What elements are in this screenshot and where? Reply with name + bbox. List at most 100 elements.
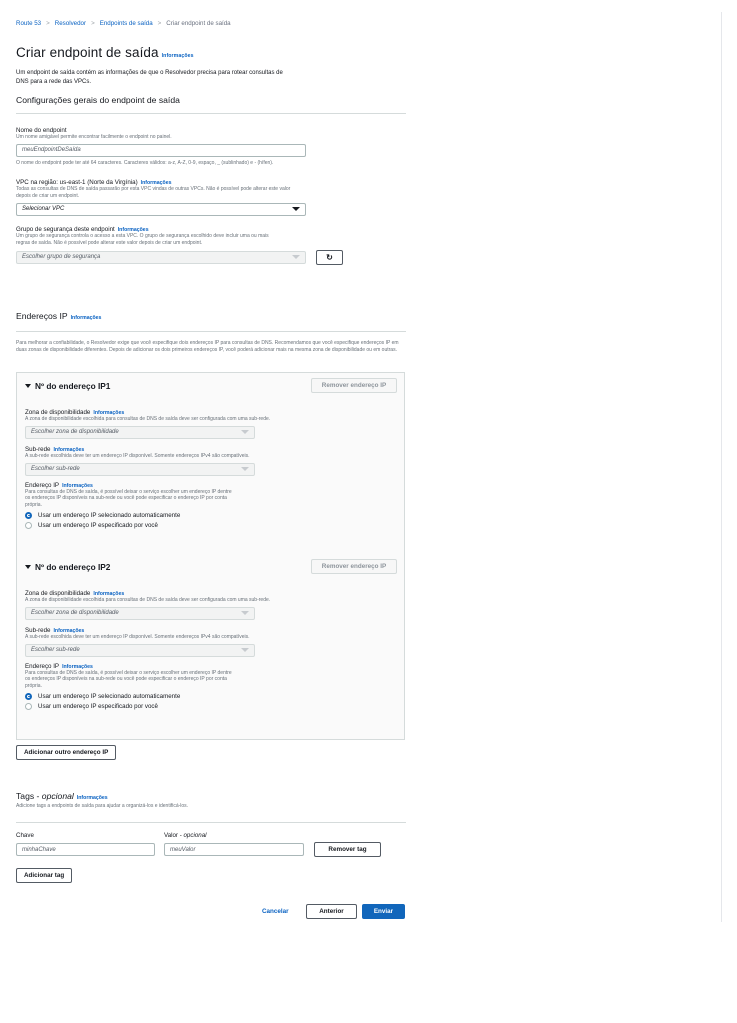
radio-auto-ip-1[interactable]: Usar um endereço IP selecionado automati… bbox=[25, 511, 397, 519]
info-link[interactable]: Informações bbox=[62, 664, 93, 670]
ip-address-hint: Para consultas de DNS de saída, é possív… bbox=[25, 488, 232, 509]
vpc-label: VPC na região: us-east-1 (Norte da Virgí… bbox=[16, 179, 138, 186]
vpc-select[interactable]: Selecionar VPC bbox=[16, 202, 306, 216]
refresh-icon: ↻ bbox=[326, 252, 333, 262]
divider bbox=[16, 331, 406, 332]
security-group-section: Grupo de segurança deste endpoint Informa… bbox=[16, 226, 346, 265]
ip-block-1-title-text: Nº do endereço IP1 bbox=[35, 380, 111, 391]
radio-auto-label: Usar um endereço IP selecionado automati… bbox=[38, 692, 181, 700]
breadcrumb-separator: > bbox=[157, 19, 162, 27]
right-panel-divider bbox=[721, 12, 722, 922]
info-link[interactable]: Informações bbox=[162, 53, 194, 59]
info-link[interactable]: Informações bbox=[71, 315, 102, 321]
caret-down-icon bbox=[25, 383, 31, 388]
ip-address-label: Endereço IP bbox=[25, 662, 60, 670]
breadcrumb-route53[interactable]: Route 53 bbox=[16, 20, 41, 27]
subnet-label: Sub-rede bbox=[25, 445, 51, 453]
security-group-label: Grupo de segurança deste endpoint bbox=[16, 226, 115, 233]
breadcrumb: Route 53 > Resolvedor > Endpoints de saí… bbox=[16, 18, 406, 28]
ip-block-2-title[interactable]: Nº do endereço IP2 bbox=[25, 562, 110, 572]
breadcrumb-current: Criar endpoint de saída bbox=[166, 19, 231, 27]
ip-addresses-header: Endereços IP Informações Para melhorar a … bbox=[16, 311, 406, 354]
endpoint-name-input[interactable]: meuEndpointDeSaída bbox=[16, 143, 306, 157]
chevron-down-icon bbox=[241, 430, 249, 435]
chevron-down-icon bbox=[241, 611, 249, 616]
subnet-select-2[interactable]: Escolher sub-rede bbox=[25, 643, 255, 657]
add-ip-button[interactable]: Adicionar outro endereço IP bbox=[16, 745, 117, 760]
radio-manual-ip-2[interactable]: Usar um endereço IP especificado por voc… bbox=[25, 702, 397, 710]
subnet-select-value: Escolher sub-rede bbox=[31, 647, 80, 654]
tag-key-label: Chave bbox=[16, 832, 34, 839]
breadcrumb-separator: > bbox=[46, 19, 50, 27]
chevron-down-icon bbox=[292, 255, 300, 260]
breadcrumb-outbound-endpoints[interactable]: Endpoints de saída bbox=[100, 20, 153, 27]
az-select-2[interactable]: Escolher zona de disponibilidade bbox=[25, 606, 255, 620]
info-link[interactable]: Informações bbox=[53, 628, 84, 634]
page-description: Um endpoint de saída contém as informaçõ… bbox=[16, 70, 283, 85]
radio-auto-ip-2[interactable]: Usar um endereço IP selecionado automati… bbox=[25, 692, 397, 700]
az-label: Zona de disponibilidade bbox=[25, 409, 91, 416]
subnet-select-1[interactable]: Escolher sub-rede bbox=[25, 462, 255, 476]
ip-address-hint: Para consultas de DNS de saída, é possív… bbox=[25, 669, 232, 690]
remove-ip-2-button[interactable]: Remover endereço IP bbox=[311, 559, 397, 574]
radio-selected-icon bbox=[25, 692, 32, 700]
radio-manual-ip-1[interactable]: Usar um endereço IP especificado por voc… bbox=[25, 521, 397, 529]
az-select-1[interactable]: Escolher zona de disponibilidade bbox=[25, 425, 255, 439]
ip-addresses-heading: Endereços IP bbox=[16, 311, 68, 321]
subnet-hint: A sub-rede escolhida deve ter um endereç… bbox=[25, 633, 250, 640]
page-title-text: Criar endpoint de saída bbox=[16, 45, 159, 60]
tags-section: Tags - opcional Informações Adicione tags… bbox=[16, 791, 406, 823]
chevron-down-icon bbox=[241, 648, 249, 653]
az-hint: A zona de disponibilidade escolhida para… bbox=[25, 416, 271, 422]
tag-value-optional: opcional bbox=[183, 832, 207, 839]
az-select-value: Escolher zona de disponibilidade bbox=[31, 429, 119, 436]
tags-hint: Adicione tags a endpoints de saída para … bbox=[16, 803, 189, 809]
vpc-select-value: Selecionar VPC bbox=[22, 206, 65, 213]
ip-address-label: Endereço IP bbox=[25, 481, 60, 489]
chevron-down-icon bbox=[241, 467, 249, 472]
ip-block-1-title[interactable]: Nº do endereço IP1 bbox=[25, 381, 110, 391]
vpc-section: VPC na região: us-east-1 (Norte da Virgí… bbox=[16, 179, 316, 216]
ip-address-container: Nº do endereço IP1 Remover endereço IP Z… bbox=[16, 372, 405, 740]
security-group-select[interactable]: Escolher grupo de segurança bbox=[16, 250, 306, 264]
breadcrumb-separator: > bbox=[91, 19, 95, 27]
remove-tag-button[interactable]: Remover tag bbox=[314, 842, 381, 857]
radio-auto-label: Usar um endereço IP selecionado automati… bbox=[38, 511, 181, 519]
radio-manual-label: Usar um endereço IP especificado por voc… bbox=[38, 702, 158, 710]
main-content: Route 53 > Resolvedor > Endpoints de saí… bbox=[16, 18, 406, 114]
previous-button[interactable]: Anterior bbox=[306, 904, 357, 919]
vpc-hint: Todas as consultas de DNS de saída passa… bbox=[16, 186, 291, 199]
radio-manual-label: Usar um endereço IP especificado por voc… bbox=[38, 521, 158, 529]
submit-button[interactable]: Enviar bbox=[362, 904, 405, 919]
tag-value-label: Valor - bbox=[164, 832, 184, 839]
info-link[interactable]: Informações bbox=[62, 483, 93, 489]
chevron-down-icon bbox=[292, 207, 300, 212]
cancel-button[interactable]: Cancelar bbox=[255, 904, 296, 919]
page-title: Criar endpoint de saída Informações bbox=[16, 45, 406, 60]
endpoint-name-constraint: O nome do endpoint pode ter até 64 carac… bbox=[16, 159, 274, 166]
ip-block-2-title-text: Nº do endereço IP2 bbox=[35, 561, 111, 572]
breadcrumb-resolver[interactable]: Resolvedor bbox=[55, 20, 86, 27]
remove-ip-1-button[interactable]: Remover endereço IP bbox=[311, 378, 397, 393]
info-link[interactable]: Informações bbox=[77, 795, 108, 801]
security-group-select-value: Escolher grupo de segurança bbox=[22, 254, 101, 261]
az-select-value: Escolher zona de disponibilidade bbox=[31, 610, 119, 617]
tag-value-input[interactable]: meuValor bbox=[164, 843, 304, 856]
subnet-hint: A sub-rede escolhida deve ter um endereç… bbox=[25, 452, 250, 459]
az-hint: A zona de disponibilidade escolhida para… bbox=[25, 597, 271, 603]
tag-key-input[interactable]: minhaChave bbox=[16, 843, 155, 856]
ip-block-1: Nº do endereço IP1 Remover endereço IP Z… bbox=[25, 378, 397, 529]
refresh-button[interactable]: ↻ bbox=[316, 249, 343, 265]
radio-unselected-icon bbox=[25, 702, 32, 710]
ip-block-2: Nº do endereço IP2 Remover endereço IP Z… bbox=[25, 559, 397, 710]
radio-unselected-icon bbox=[25, 521, 32, 529]
az-label: Zona de disponibilidade bbox=[25, 590, 91, 597]
general-settings-heading: Configurações gerais do endpoint de saíd… bbox=[16, 95, 180, 105]
subnet-label: Sub-rede bbox=[25, 626, 51, 634]
endpoint-name-section: Nome do endpoint Um nome amigável permit… bbox=[16, 127, 316, 167]
subnet-select-value: Escolher sub-rede bbox=[31, 466, 80, 473]
add-tag-button[interactable]: Adicionar tag bbox=[16, 868, 73, 883]
divider bbox=[16, 113, 406, 114]
info-link[interactable]: Informações bbox=[53, 447, 84, 453]
caret-down-icon bbox=[25, 564, 31, 569]
